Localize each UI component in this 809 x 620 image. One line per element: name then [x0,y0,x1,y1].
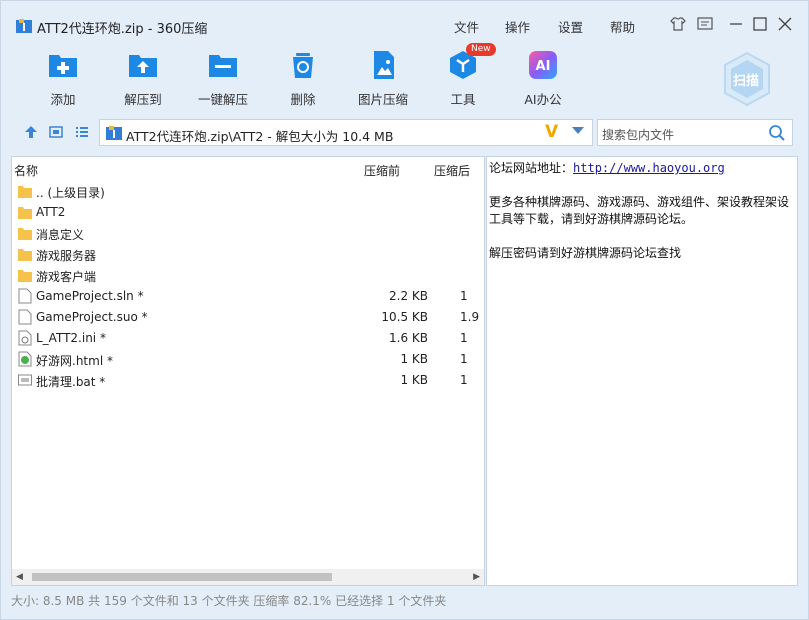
address-path: ATT2代连环炮.zip\ATT2 - 解包大小为 10.4 MB [126,129,394,144]
folder-icon [18,207,32,219]
menu-settings[interactable]: 设置 [558,17,583,36]
minimize-icon[interactable] [727,15,745,33]
table-row[interactable]: 游戏服务器 [12,244,484,265]
status-bar: 大小: 8.5 MB 共 159 个文件和 13 个文件夹 压缩率 82.1% … [11,594,447,608]
feedback-icon[interactable] [696,15,714,33]
table-row[interactable]: 好游网.html * 1 KB 1 [12,349,484,370]
archive-comment: 论坛网站地址：http://www.haoyou.org 更多各种棋牌源码、游戏… [489,160,794,262]
extract-to-button[interactable]: 解压到 [111,49,175,107]
comment-pane: 论坛网站地址：http://www.haoyou.org 更多各种棋牌源码、游戏… [486,156,798,586]
table-row[interactable]: ATT2 [12,202,484,223]
list-view-icon[interactable] [75,125,89,139]
ai-office-label: AI办公 [524,92,562,107]
close-icon[interactable] [776,15,794,33]
menu-help[interactable]: 帮助 [610,17,635,36]
column-name-header[interactable]: 名称 [14,162,38,179]
scrollbar-thumb[interactable] [32,573,332,581]
column-after-header[interactable]: 压缩后 [434,162,470,179]
skin-icon[interactable] [669,15,687,33]
new-badge: New [466,43,496,56]
file-icon [18,288,32,304]
one-click-extract-button[interactable]: 一键解压 [191,49,255,107]
forum-link[interactable]: http://www.haoyou.org [573,161,725,175]
bat-icon [18,374,32,386]
search-box[interactable]: 搜索包内文件 [597,119,793,146]
file-list-pane: 名称 压缩前 压缩后 .. (上级目录) ATT2 消息定义 游戏服务器 游戏客… [11,156,485,586]
delete-label: 删除 [290,92,316,107]
password-note: 解压密码请到好游棋牌源码论坛查找 [489,246,682,260]
zip-file-icon [106,126,122,140]
recycle-bin-icon [293,53,313,78]
maximize-icon[interactable] [751,15,769,33]
folder-icon [18,228,32,240]
image-compress-icon [374,51,394,79]
menu-file[interactable]: 文件 [454,17,479,36]
forum-label: 论坛网站地址： [489,161,574,175]
scroll-right-icon[interactable]: ▶ [473,572,480,582]
one-click-extract-icon [209,55,237,77]
extract-to-icon [129,55,157,77]
image-compress-label: 图片压缩 [357,92,408,107]
ai-icon: AI [529,51,557,79]
table-row[interactable]: 批清理.bat * 1 KB 1 [12,370,484,391]
ai-office-button[interactable]: AI AI办公 [511,49,575,107]
add-button[interactable]: 添加 [31,49,95,107]
delete-button[interactable]: 删除 [271,49,335,107]
svg-text:AI: AI [536,59,551,74]
one-click-extract-label: 一键解压 [197,92,248,107]
image-compress-button[interactable]: 图片压缩 [351,49,415,107]
folder-icon [18,186,32,198]
window-title: ATT2代连环炮.zip - 360压缩 [37,22,208,37]
table-row[interactable]: L_ATT2.ini * 1.6 KB 1 [12,328,484,349]
folder-icon [18,270,32,282]
table-row[interactable]: 消息定义 [12,223,484,244]
table-row[interactable]: .. (上级目录) [12,181,484,202]
app-window: ATT2代连环炮.zip - 360压缩 文件 操作 设置 帮助 添加 解压到 … [0,0,809,620]
add-label: 添加 [50,92,76,107]
ini-icon [18,330,32,346]
table-row[interactable]: GameProject.sln * 2.2 KB 1 [12,286,484,307]
download-note: 更多各种棋牌源码、游戏源码、游戏组件、架设教程架设工具等下载，请到好游棋牌源码论… [489,195,790,226]
search-placeholder[interactable]: 搜索包内文件 [602,126,674,143]
file-icon [18,309,32,325]
v-mark-icon[interactable]: V [545,122,558,142]
thumbnail-view-icon[interactable] [49,125,63,139]
scan-label: 扫描 [733,74,760,89]
scroll-left-icon[interactable]: ◀ [16,572,23,582]
extract-to-label: 解压到 [124,92,162,107]
address-bar[interactable]: ATT2代连环炮.zip\ATT2 - 解包大小为 10.4 MB V [99,119,593,146]
html-icon [18,351,32,367]
table-row[interactable]: 游戏客户端 [12,265,484,286]
folder-icon [18,249,32,261]
menu-operate[interactable]: 操作 [505,17,530,36]
scan-button[interactable]: 扫描 [721,51,773,107]
title-bar: ATT2代连环炮.zip - 360压缩 文件 操作 设置 帮助 [1,1,808,49]
horizontal-scrollbar[interactable]: ◀ ▶ [12,569,484,585]
address-dropdown-icon[interactable] [572,127,584,134]
table-row[interactable]: GameProject.suo * 10.5 KB 1.9 [12,307,484,328]
tools-label: 工具 [450,92,476,107]
search-icon[interactable] [768,124,786,142]
add-icon [49,55,77,77]
tools-button[interactable]: 工具 [431,49,495,107]
zip-app-icon [16,19,32,33]
column-before-header[interactable]: 压缩前 [364,162,400,179]
up-arrow-icon[interactable] [24,125,38,139]
